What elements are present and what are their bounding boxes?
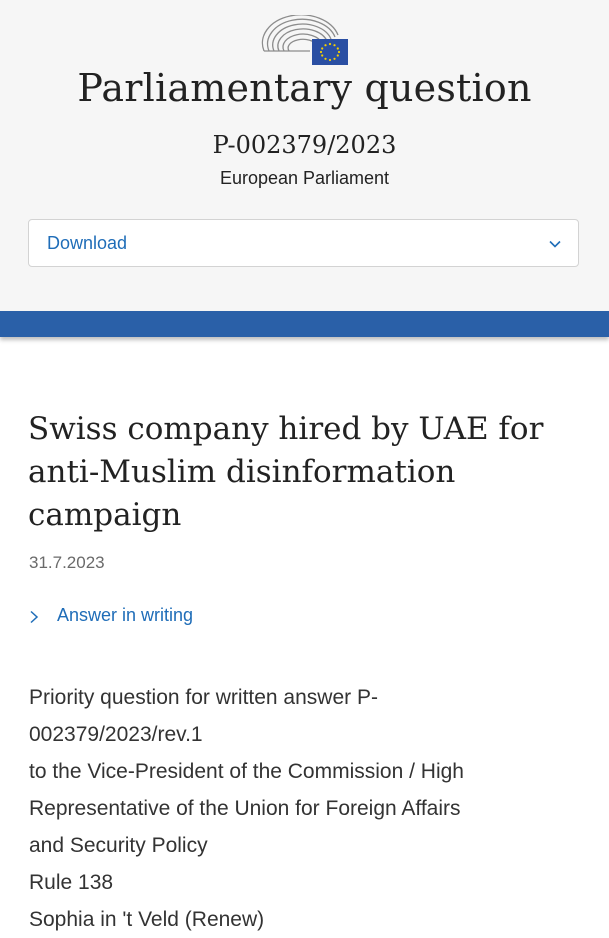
metadata-line: to the Vice-President of the Commission … [29, 760, 464, 783]
chevron-right-icon [30, 610, 39, 624]
metadata-line: Sophia in 't Veld (Renew) [29, 908, 265, 931]
metadata-line: Rule 138 [29, 871, 114, 894]
metadata-line: Representative of the Union for Foreign … [29, 797, 461, 820]
chevron-down-icon [549, 240, 561, 248]
question-title: Swiss company hired by UAE for anti-Musl… [28, 411, 544, 533]
metadata-line: and Security Policy [29, 834, 208, 857]
metadata-line: 002379/2023/rev.1 [29, 723, 203, 746]
metadata-line: Priority question for written answer P- [29, 686, 378, 709]
document-reference: P-002379/2023 [212, 131, 397, 159]
answer-link-label: Answer in writing [57, 605, 194, 625]
document-header: Parliamentary question P-002379/2023 Eur… [0, 0, 609, 311]
question-metadata: Priority question for written answer P- … [29, 679, 589, 938]
european-parliament-logo [261, 15, 348, 65]
page-title: Parliamentary question [77, 66, 532, 110]
download-dropdown[interactable]: Download [28, 219, 579, 267]
organization-name: European Parliament [219, 168, 390, 188]
download-label: Download [47, 233, 128, 253]
question-date: 31.7.2023 [29, 553, 105, 572]
header-divider-bar [0, 311, 609, 337]
